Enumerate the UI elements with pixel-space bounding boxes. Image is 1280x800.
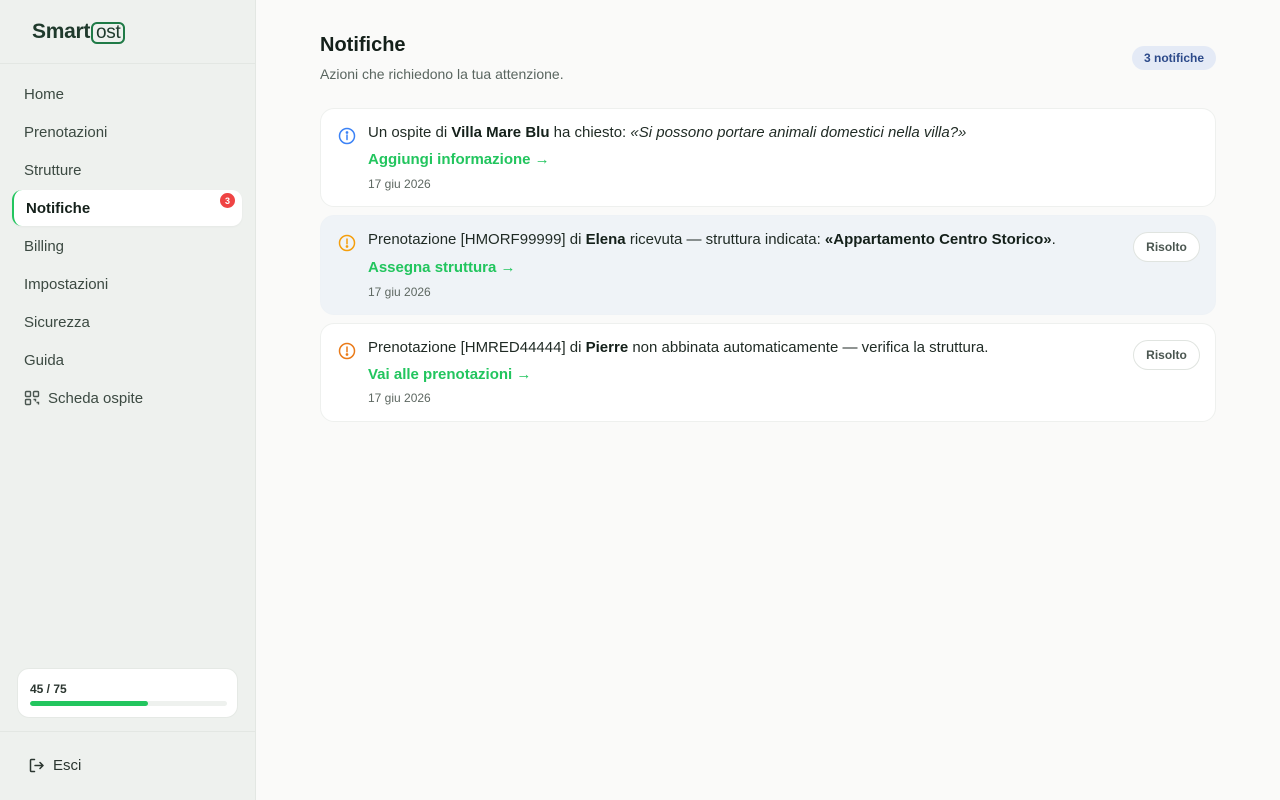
sidebar-nav: Home Prenotazioni Strutture Notifiche 3 … <box>0 64 255 416</box>
notification-date: 17 giu 2026 <box>368 285 431 299</box>
warning-icon <box>338 234 356 252</box>
sidebar-item-sicurezza[interactable]: Sicurezza <box>12 304 242 340</box>
page-subtitle: Azioni che richiedono la tua attenzione. <box>320 66 564 82</box>
logout-label: Esci <box>53 757 82 774</box>
notification-message: Prenotazione [HMORF99999] di Elena ricev… <box>368 231 1056 248</box>
logo-text-part1: Smart <box>32 19 91 43</box>
notification-card: Un ospite di Villa Mare Blu ha chiesto: … <box>320 108 1216 207</box>
sidebar-item-home[interactable]: Home <box>12 76 242 112</box>
logout-button[interactable]: Esci <box>28 757 81 774</box>
sidebar: Smart ost Home Prenotazioni Strutture Not… <box>0 0 256 800</box>
sidebar-item-label: Prenotazioni <box>24 123 108 141</box>
info-icon <box>338 127 356 145</box>
usage-progress-bar <box>30 701 227 706</box>
usage-card: 45 / 75 <box>17 668 238 718</box>
sidebar-item-impostazioni[interactable]: Impostazioni <box>12 266 242 302</box>
logo[interactable]: Smart ost <box>0 0 255 64</box>
go-to-bookings-link[interactable]: Vai alle prenotazioni → <box>368 366 531 383</box>
sidebar-item-guida[interactable]: Guida <box>12 342 242 378</box>
notification-date: 17 giu 2026 <box>368 391 431 405</box>
sidebar-item-prenotazioni[interactable]: Prenotazioni <box>12 114 242 150</box>
sidebar-item-label: Strutture <box>24 161 82 179</box>
notification-count-badge: 3 <box>220 193 235 208</box>
warning-icon <box>338 342 356 360</box>
resolve-button[interactable]: Risolto <box>1133 340 1200 370</box>
sidebar-footer: Esci <box>0 731 256 800</box>
add-information-link[interactable]: Aggiungi informazione → <box>368 151 550 168</box>
sidebar-item-label: Home <box>24 85 65 103</box>
logout-icon <box>29 758 44 773</box>
sidebar-item-label: Sicurezza <box>24 313 90 331</box>
logo-bubble: ost <box>91 21 126 44</box>
sidebar-item-label: Guida <box>24 351 65 369</box>
sidebar-item-label: Scheda ospite <box>48 389 144 407</box>
notification-date: 17 giu 2026 <box>368 177 431 191</box>
notification-message: Prenotazione [HMRED44444] di Pierre non … <box>368 339 989 356</box>
sidebar-item-billing[interactable]: Billing <box>12 228 242 264</box>
notification-card: Prenotazione [HMRED44444] di Pierre non … <box>320 323 1216 422</box>
notification-count-pill: 3 notifiche <box>1131 46 1216 70</box>
resolve-button[interactable]: Risolto <box>1133 232 1200 262</box>
assign-structure-link[interactable]: Assegna struttura → <box>368 259 516 276</box>
notification-card: Prenotazione [HMORF99999] di Elena ricev… <box>320 215 1216 315</box>
notification-message: Un ospite di Villa Mare Blu ha chiesto: … <box>368 124 967 141</box>
sidebar-item-scheda-ospite[interactable]: Scheda ospite <box>12 380 242 416</box>
qr-code-icon <box>24 390 40 406</box>
logo-text: Smart ost <box>32 19 126 44</box>
sidebar-item-notifiche[interactable]: Notifiche 3 <box>12 190 242 226</box>
page-title: Notifiche <box>320 34 406 56</box>
usage-text: 45 / 75 <box>30 682 67 696</box>
sidebar-item-label: Billing <box>24 237 65 255</box>
sidebar-item-label: Impostazioni <box>24 275 109 293</box>
usage-progress-fill <box>30 701 149 706</box>
sidebar-item-label: Notifiche <box>26 199 91 217</box>
sidebar-item-strutture[interactable]: Strutture <box>12 152 242 188</box>
